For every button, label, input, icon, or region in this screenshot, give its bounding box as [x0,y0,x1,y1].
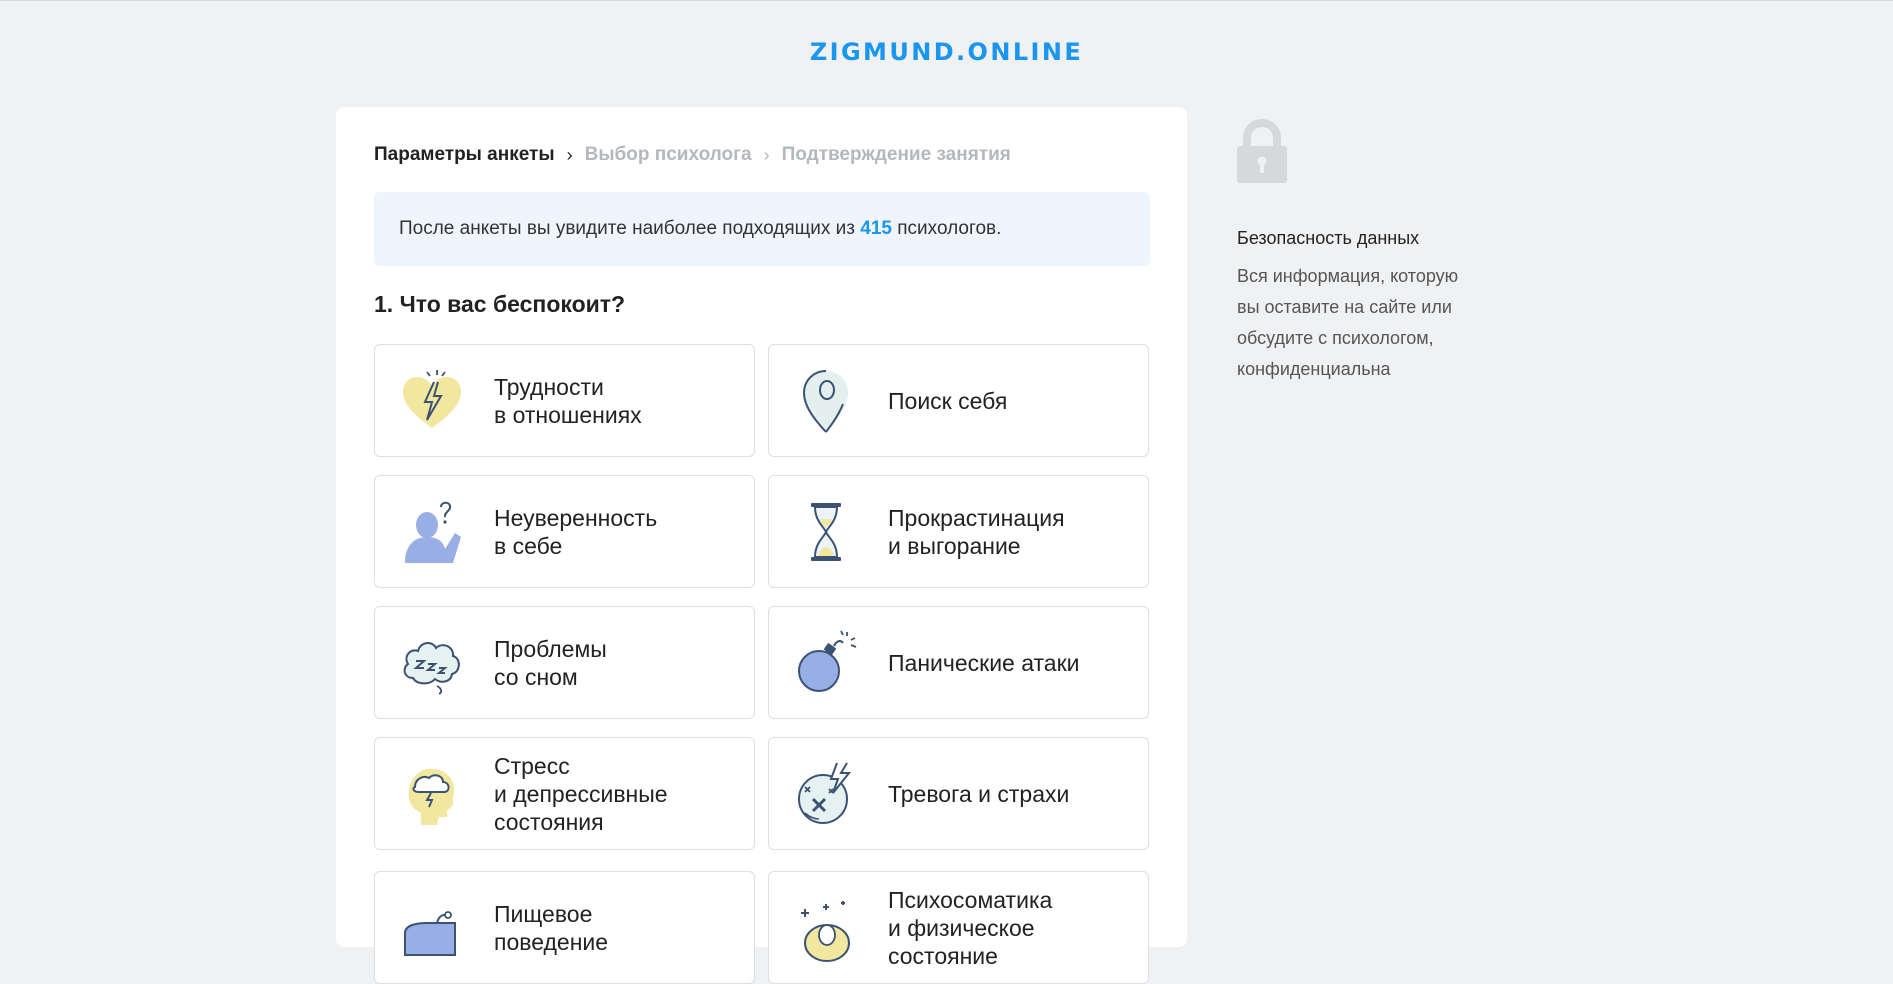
question-title: 1. Что вас беспокоит? [374,291,626,317]
bomb-icon [791,628,861,698]
option-sleep-problems[interactable]: Проблемы со сном [374,606,755,719]
info-banner: После анкеты вы увидите наиболее подходя… [374,192,1150,266]
location-pin-icon [791,366,861,436]
option-stress-depression[interactable]: Стресс и депрессивные состояния [374,737,755,850]
storm-head-icon [397,759,467,829]
sparkles-body-icon [791,893,861,963]
info-text: После анкеты вы увидите наиболее подходя… [399,218,1002,239]
option-panic-attacks[interactable]: Панические атаки [768,606,1149,719]
option-label: Тревога и страхи [888,780,1070,807]
option-label: Трудности в отношениях [494,373,642,428]
anxiety-ball-icon [791,759,861,829]
hourglass-icon [791,497,861,567]
chevron-right-icon: › [763,144,770,165]
option-label: Панические атаки [888,649,1080,676]
step-questionnaire-params: Параметры анкеты [374,144,555,165]
option-label: Стресс и депрессивные состояния [494,752,668,835]
option-label: Психосоматика и физическое состояние [888,886,1053,969]
step-choose-psychologist: Выбор психолога [584,144,752,165]
psychologist-count: 415 [860,218,892,239]
step-confirm-session: Подтверждение занятия [781,144,1011,165]
option-relationship-difficulties[interactable]: Трудности в отношениях [374,344,755,457]
option-label: Пищевое поведение [494,900,609,955]
sleep-cloud-icon [397,628,467,698]
questionnaire-card: Параметры анкеты › Выбор психолога › Под… [336,107,1187,984]
option-label: Поиск себя [888,387,1008,414]
option-psychosomatics[interactable]: Психосоматика и физическое состояние [768,871,1149,984]
site-logo[interactable]: ZIGMUND.ONLINE [0,38,1893,66]
option-self-doubt[interactable]: Неуверенность в себе [374,475,755,588]
security-title: Безопасность данных [1237,228,1420,248]
chevron-right-icon: › [566,144,573,165]
option-procrastination-burnout[interactable]: Прокрастинация и выгорание [768,475,1149,588]
broken-heart-icon [397,366,467,436]
person-question-icon [397,497,467,567]
food-icon [397,893,467,963]
option-label: Неуверенность в себе [494,504,658,559]
breadcrumb: Параметры анкеты › Выбор психолога › Под… [374,144,1011,166]
option-label: Проблемы со сном [494,635,607,690]
option-label: Прокрастинация и выгорание [888,504,1065,559]
option-anxiety-fears[interactable]: Тревога и страхи [768,737,1149,850]
option-self-search[interactable]: Поиск себя [768,344,1149,457]
security-text: Вся информация, которую вы оставите на с… [1237,266,1459,379]
option-eating-behavior[interactable]: Пищевое поведение [374,871,755,984]
lock-icon [1236,118,1288,186]
data-security-panel: Безопасность данных Вся информация, кото… [1237,118,1517,385]
top-divider [0,0,1893,1]
